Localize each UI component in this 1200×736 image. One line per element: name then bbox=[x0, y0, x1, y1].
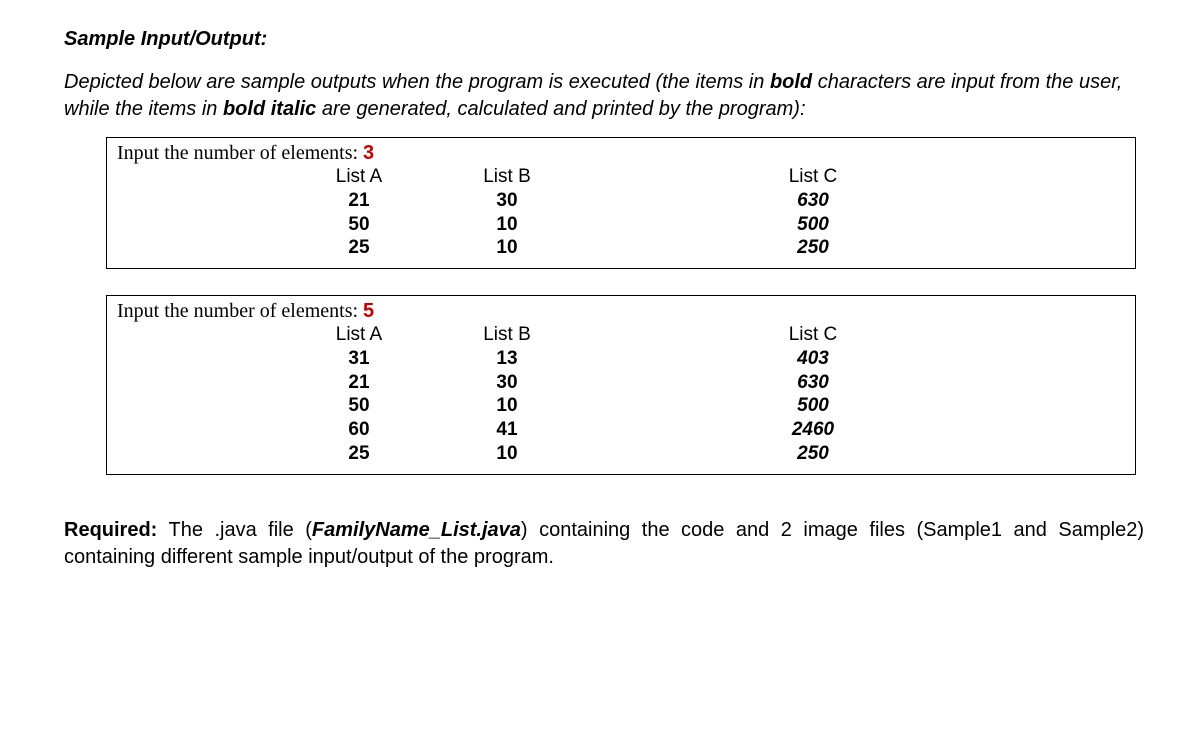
required-text: The .java file ( bbox=[157, 519, 312, 541]
cell-b: 10 bbox=[433, 213, 581, 237]
intro-text: are generated, calculated and printed by… bbox=[316, 98, 805, 120]
intro-paragraph: Depicted below are sample outputs when t… bbox=[64, 69, 1144, 123]
cell-c: 250 bbox=[739, 236, 887, 260]
cell-b: 10 bbox=[433, 236, 581, 260]
table-row: 50 10 500 bbox=[117, 394, 1125, 418]
col-header-b: List B bbox=[433, 323, 581, 347]
cell-c: 403 bbox=[739, 347, 887, 371]
cell-b: 30 bbox=[433, 371, 581, 395]
cell-b: 10 bbox=[433, 442, 581, 466]
prompt-label: Input the number of elements: bbox=[117, 300, 363, 322]
cell-a: 21 bbox=[285, 371, 433, 395]
table-row: 21 30 630 bbox=[117, 371, 1125, 395]
sample-box-1: Input the number of elements: 3 List A L… bbox=[106, 137, 1136, 269]
col-header-b: List B bbox=[433, 165, 581, 189]
table-row: 60 41 2460 bbox=[117, 418, 1125, 442]
cell-a: 21 bbox=[285, 189, 433, 213]
table-row: 25 10 250 bbox=[117, 442, 1125, 466]
cell-b: 30 bbox=[433, 189, 581, 213]
intro-bolditalic-word: bold italic bbox=[223, 98, 316, 120]
col-header-c: List C bbox=[739, 165, 887, 189]
required-filename: FamilyName_List.java bbox=[312, 519, 521, 541]
sample-box-2: Input the number of elements: 5 List A L… bbox=[106, 295, 1136, 475]
output-table-2: List A List B List C 31 13 403 21 30 630 bbox=[117, 323, 1125, 466]
cell-a: 25 bbox=[285, 442, 433, 466]
table-row: 25 10 250 bbox=[117, 236, 1125, 260]
col-header-c: List C bbox=[739, 323, 887, 347]
output-table-1: List A List B List C 21 30 630 50 10 500 bbox=[117, 165, 1125, 260]
table-row: 50 10 500 bbox=[117, 213, 1125, 237]
cell-c: 630 bbox=[739, 189, 887, 213]
cell-a: 50 bbox=[285, 213, 433, 237]
cell-b: 10 bbox=[433, 394, 581, 418]
cell-b: 41 bbox=[433, 418, 581, 442]
prompt-line: Input the number of elements: 3 bbox=[117, 142, 1125, 165]
cell-c: 2460 bbox=[739, 418, 887, 442]
cell-c: 500 bbox=[739, 394, 887, 418]
section-title: Sample Input/Output: bbox=[64, 28, 1144, 51]
cell-a: 50 bbox=[285, 394, 433, 418]
prompt-line: Input the number of elements: 5 bbox=[117, 300, 1125, 323]
table-row: 21 30 630 bbox=[117, 189, 1125, 213]
input-count: 3 bbox=[363, 142, 374, 164]
prompt-label: Input the number of elements: bbox=[117, 142, 363, 164]
intro-bold-word: bold bbox=[770, 71, 812, 93]
required-paragraph: Required: The .java file (FamilyName_Lis… bbox=[64, 517, 1144, 571]
cell-c: 500 bbox=[739, 213, 887, 237]
intro-text: Depicted below are sample outputs when t… bbox=[64, 71, 770, 93]
required-label: Required: bbox=[64, 519, 157, 541]
cell-b: 13 bbox=[433, 347, 581, 371]
col-header-a: List A bbox=[285, 165, 433, 189]
cell-c: 250 bbox=[739, 442, 887, 466]
cell-a: 60 bbox=[285, 418, 433, 442]
cell-c: 630 bbox=[739, 371, 887, 395]
col-header-a: List A bbox=[285, 323, 433, 347]
cell-a: 31 bbox=[285, 347, 433, 371]
cell-a: 25 bbox=[285, 236, 433, 260]
table-row: 31 13 403 bbox=[117, 347, 1125, 371]
input-count: 5 bbox=[363, 300, 374, 322]
